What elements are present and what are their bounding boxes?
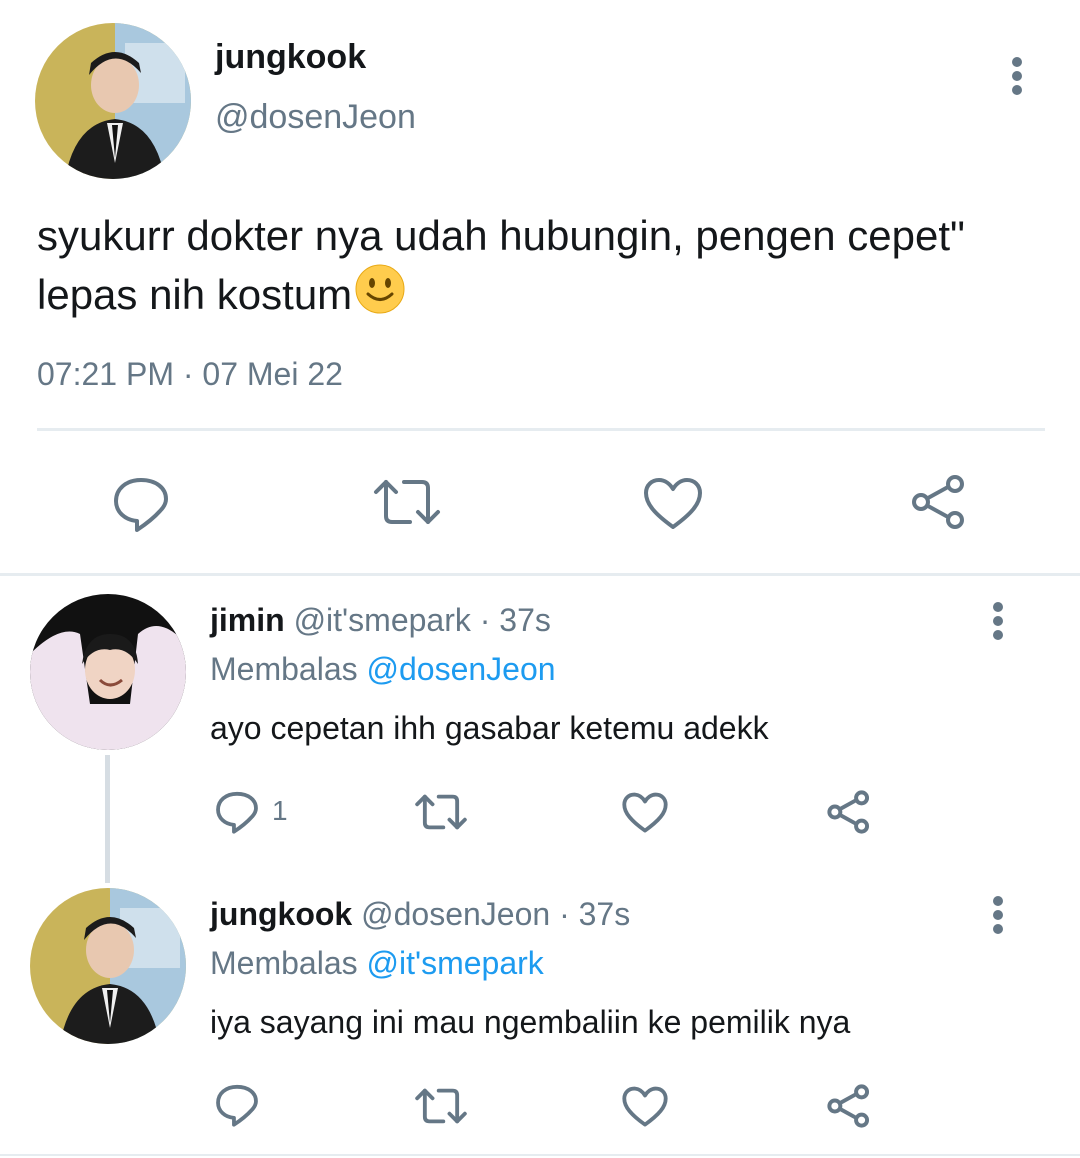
reply2-text: iya sayang ini mau ngembaliin ke pemilik… xyxy=(210,1004,851,1040)
reply1-display-name[interactable]: jimin xyxy=(210,602,285,638)
more-options-icon[interactable] xyxy=(1004,56,1030,96)
reply1-header: jimin @it'smepark · 37s xyxy=(210,602,551,639)
main-tweet-text: syukurr dokter nya udah hubungin, pengen… xyxy=(37,208,1047,328)
main-divider xyxy=(37,428,1045,431)
reply1-handle[interactable]: @it'smepark xyxy=(294,602,471,638)
main-timestamp: 07:21 PM · 07 Mei 22 xyxy=(37,356,343,393)
reply1-like-icon[interactable] xyxy=(622,792,668,834)
reply2-age: · 37s xyxy=(559,896,631,932)
reply1-retweet-icon[interactable] xyxy=(414,792,468,832)
reply2-replying-to: Membalas @it'smepark xyxy=(210,945,544,982)
reply2-like-icon[interactable] xyxy=(622,1086,668,1128)
reply1-replying-to: Membalas @dosenJeon xyxy=(210,651,556,688)
section-divider xyxy=(0,573,1080,576)
reply1-age: · 37s xyxy=(479,602,551,638)
reply2-reply-icon[interactable] xyxy=(215,1083,259,1127)
main-tweet-text-line2: lepas nih kostum xyxy=(37,263,1047,328)
like-icon[interactable] xyxy=(643,477,703,531)
reply1-text: ayo cepetan ihh gasabar ketemu adekk xyxy=(210,710,769,746)
reply1-reply-count: 1 xyxy=(272,795,288,826)
main-date[interactable]: 07 Mei 22 xyxy=(202,356,343,392)
reply1-more-options-icon[interactable] xyxy=(985,601,1011,641)
reply2-retweet-icon[interactable] xyxy=(414,1086,468,1126)
reply1-replying-mention[interactable]: @dosenJeon xyxy=(367,651,556,687)
reply2-share-icon[interactable] xyxy=(826,1084,872,1128)
main-handle[interactable]: @dosenJeon xyxy=(215,98,416,137)
reply1-share-icon[interactable] xyxy=(826,790,872,834)
reply2-more-options-icon[interactable] xyxy=(985,895,1011,935)
reply1-reply-icon[interactable] xyxy=(215,790,259,834)
thread-line xyxy=(105,755,110,883)
main-time: 07:21 PM xyxy=(37,356,174,392)
reply1-avatar[interactable] xyxy=(30,594,186,750)
reply2-handle[interactable]: @dosenJeon xyxy=(361,896,550,932)
reply2-header: jungkook @dosenJeon · 37s xyxy=(210,896,630,933)
main-tweet-text-line1: syukurr dokter nya udah hubungin, pengen… xyxy=(37,212,965,259)
reply2-replying-mention[interactable]: @it'smepark xyxy=(367,945,544,981)
reply1-replying-prefix: Membalas xyxy=(210,651,358,687)
reply2-avatar[interactable] xyxy=(30,888,186,1044)
main-avatar[interactable] xyxy=(35,23,191,179)
reply2-display-name[interactable]: jungkook xyxy=(210,896,352,932)
bottom-divider xyxy=(0,1154,1080,1156)
smile-emoji xyxy=(354,263,406,328)
reply-icon[interactable] xyxy=(112,475,170,533)
reply2-replying-prefix: Membalas xyxy=(210,945,358,981)
share-icon[interactable] xyxy=(910,474,968,530)
retweet-icon[interactable] xyxy=(372,476,442,528)
main-display-name[interactable]: jungkook xyxy=(215,38,366,77)
main-separator: · xyxy=(182,356,194,392)
